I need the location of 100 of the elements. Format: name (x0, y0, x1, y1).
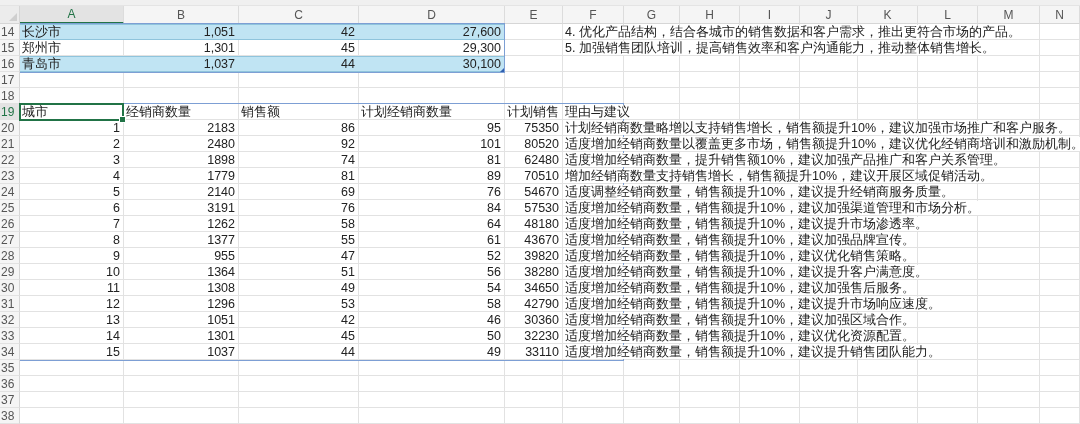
column-header[interactable]: F (563, 6, 624, 24)
spreadsheet-cell: 57530 (522, 201, 559, 215)
spreadsheet-cell: 53 (339, 297, 355, 311)
spreadsheet-cell: 45 (339, 41, 355, 55)
spreadsheet-cell: 76 (339, 201, 355, 215)
spreadsheet-cell: 1037 (205, 345, 235, 359)
spreadsheet-cell: 1377 (205, 233, 235, 247)
spreadsheet-cell: 销售额 (239, 105, 282, 119)
spreadsheet-cell-text: 44 (340, 57, 355, 71)
row-header[interactable]: 36 (0, 376, 20, 392)
row-header[interactable]: 25 (0, 200, 20, 216)
spreadsheet-cell: 郑州市 (20, 41, 63, 55)
spreadsheet-cell: 33110 (523, 345, 559, 359)
spreadsheet-cell: 8 (111, 233, 120, 247)
row-header[interactable]: 22 (0, 152, 20, 168)
column-header[interactable]: A (20, 6, 124, 24)
row-header[interactable]: 17 (0, 72, 20, 88)
spreadsheet-cell: 75350 (522, 121, 559, 135)
spreadsheet-cell: 1 (111, 121, 120, 135)
spreadsheet-cell: 39820 (522, 249, 559, 263)
table-resize-handle[interactable] (500, 68, 504, 72)
column-header[interactable]: H (680, 6, 740, 24)
row-header[interactable]: 18 (0, 88, 20, 104)
row-header[interactable]: 30 (0, 280, 20, 296)
spreadsheet-cell: 1301 (205, 329, 235, 343)
spreadsheet-cell: 64 (485, 217, 501, 231)
column-header[interactable]: C (239, 6, 359, 24)
spreadsheet-cell: 69 (339, 185, 355, 199)
row-header[interactable]: 38 (0, 408, 20, 424)
spreadsheet-cell: 7 (111, 217, 120, 231)
row-header[interactable]: 29 (0, 264, 20, 280)
spreadsheet-cell: 51 (339, 265, 355, 279)
column-header[interactable]: M (978, 6, 1040, 24)
spreadsheet-cell-text: 1,051 (202, 25, 235, 39)
row-header[interactable]: 15 (0, 40, 20, 56)
spreadsheet-cell: 74 (339, 153, 355, 167)
spreadsheet-cell: 29,300 (460, 41, 501, 55)
row-header[interactable]: 34 (0, 344, 20, 360)
spreadsheet-cell: 55 (339, 233, 355, 247)
spreadsheet-cell: 45 (339, 329, 355, 343)
row-header[interactable]: 23 (0, 168, 20, 184)
row-header[interactable]: 19 (0, 104, 20, 120)
spreadsheet-cell: 89 (485, 169, 501, 183)
spreadsheet-cell-text: 27,600 (461, 25, 501, 39)
spreadsheet-cell: 3191 (205, 201, 235, 215)
spreadsheet-cell: 计划经销商数量 (359, 105, 454, 119)
spreadsheet-cell: 30360 (522, 313, 559, 327)
column-header[interactable]: J (800, 6, 858, 24)
row-header[interactable]: 26 (0, 216, 20, 232)
column-header[interactable]: E (505, 6, 563, 24)
select-all-icon (9, 13, 17, 21)
spreadsheet-cell: 32230 (522, 329, 559, 343)
spreadsheet-cell: 2140 (205, 185, 235, 199)
spreadsheet-cell: 1262 (205, 217, 235, 231)
spreadsheet-cell: 城市 (20, 105, 50, 119)
row-header[interactable]: 21 (0, 136, 20, 152)
spreadsheet-cell: 84 (485, 201, 501, 215)
row-header[interactable]: 14 (0, 24, 20, 40)
row-header[interactable]: 28 (0, 248, 20, 264)
column-header[interactable]: G (624, 6, 680, 24)
column-header[interactable]: L (918, 6, 978, 24)
row-header[interactable]: 37 (0, 392, 20, 408)
spreadsheet-cell: 43670 (522, 233, 559, 247)
spreadsheet-cell: 38280 (522, 265, 559, 279)
spreadsheet-cell: 54670 (522, 185, 559, 199)
column-header[interactable]: B (124, 6, 239, 24)
row-header[interactable]: 32 (0, 312, 20, 328)
spreadsheet-cell: 58 (339, 217, 355, 231)
column-header[interactable]: I (740, 6, 800, 24)
spreadsheet-cell: 12 (104, 297, 120, 311)
row-header[interactable]: 24 (0, 184, 20, 200)
spreadsheet-cell: 2480 (205, 137, 235, 151)
spreadsheet-cell: 2 (111, 137, 120, 151)
spreadsheet-cell: 76 (485, 185, 501, 199)
row-header[interactable]: 20 (0, 120, 20, 136)
spreadsheet-cell: 9 (111, 249, 120, 263)
row-header[interactable]: 27 (0, 232, 20, 248)
spreadsheet-cell: 50 (485, 329, 501, 343)
spreadsheet-cell: 42790 (522, 297, 559, 311)
spreadsheet-cell: 61 (485, 233, 501, 247)
spreadsheet-cell: 80520 (522, 137, 559, 151)
spreadsheet-cell: 92 (339, 137, 355, 151)
spreadsheet-cell: 86 (339, 121, 355, 135)
column-header[interactable]: D (359, 6, 505, 24)
spreadsheet-cell-text: 30,100 (461, 57, 501, 71)
row-header[interactable]: 16 (0, 56, 20, 72)
row-header[interactable]: 33 (0, 328, 20, 344)
spreadsheet-cell: 81 (339, 169, 355, 183)
spreadsheet-cell: 理由与建议 (563, 105, 632, 119)
spreadsheet-cell: 95 (485, 121, 501, 135)
spreadsheet-cell: 56 (485, 265, 501, 279)
column-header[interactable]: N (1040, 6, 1080, 24)
spreadsheet-cell: 10 (104, 265, 120, 279)
spreadsheet-cell: 52 (485, 249, 501, 263)
spreadsheet-cell: 13 (104, 313, 120, 327)
spreadsheet-cell: 955 (212, 249, 235, 263)
spreadsheet-cell: 49 (485, 345, 501, 359)
row-header[interactable]: 35 (0, 360, 20, 376)
row-header[interactable]: 31 (0, 296, 20, 312)
column-header[interactable]: K (858, 6, 918, 24)
